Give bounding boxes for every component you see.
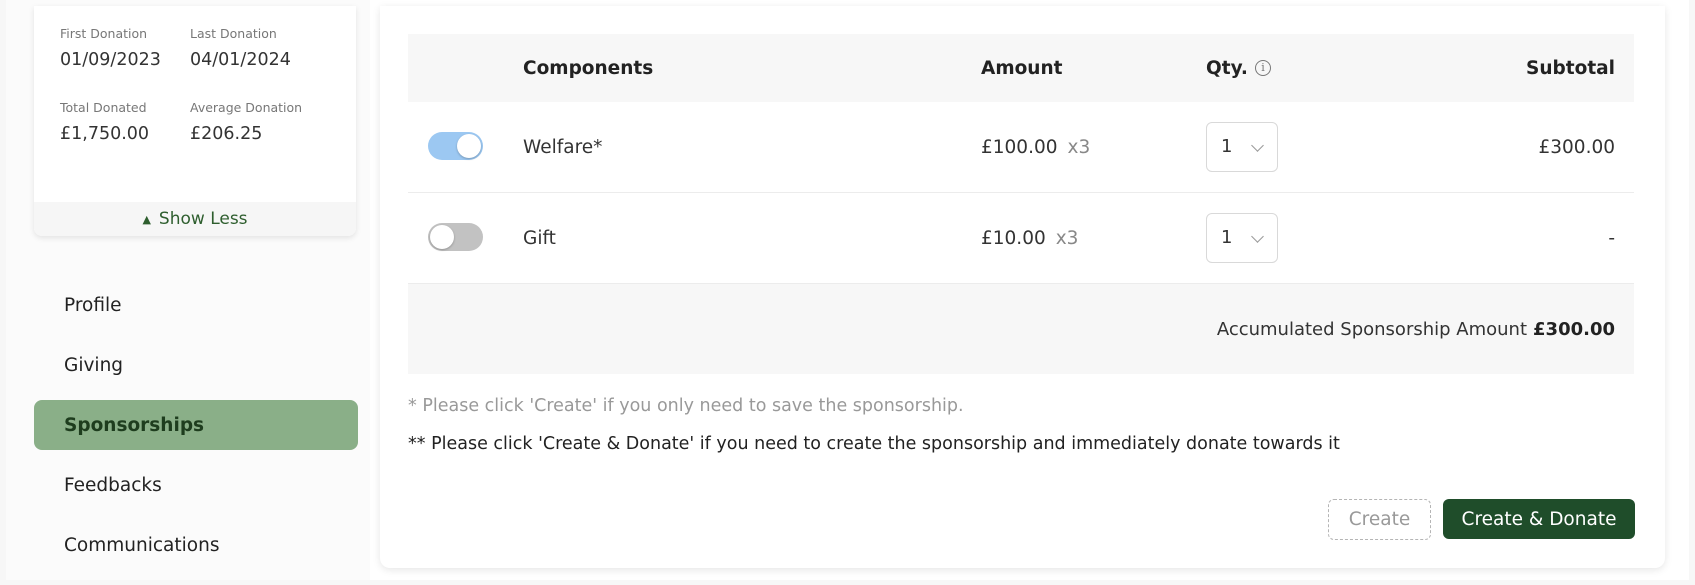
first-donation-stat: First Donation 01/09/2023 [60,26,161,70]
component-toggle[interactable] [428,223,483,251]
create-donate-note: ** Please click 'Create & Donate' if you… [408,434,1340,454]
sidebar-item-label: Feedbacks [64,474,162,496]
create-note: * Please click 'Create' if you only need… [408,396,964,416]
last-donation-value: 04/01/2024 [190,50,291,70]
last-donation-stat: Last Donation 04/01/2024 [190,26,291,70]
sidebar-item-label: Sponsorships [64,414,205,436]
qty-header-label: Qty. [1206,57,1248,79]
first-donation-value: 01/09/2023 [60,50,161,70]
toggle-knob [430,225,454,249]
total-donated-label: Total Donated [60,100,147,115]
component-name: Welfare* [523,136,603,158]
qty-value: 1 [1221,136,1233,157]
sidebar-item-label: Giving [64,354,124,376]
sidebar-item-sponsorships[interactable]: Sponsorships [34,400,358,450]
component-name: Gift [523,227,556,249]
qty-header: Qty. i [1206,34,1271,102]
sidebar-item-giving[interactable]: Giving [34,340,358,390]
chevron-down-icon [1251,139,1264,152]
sponsorship-components-card: Components Amount Qty. i Subtotal Welfar… [380,6,1665,568]
total-donated-value: £1,750.00 [60,124,150,144]
subtotal-header: Subtotal [1526,57,1615,79]
sidebar-item-communications[interactable]: Communications [34,520,358,570]
info-icon[interactable]: i [1254,60,1271,76]
sidebar-item-label: Communications [64,534,220,556]
amount-multiplier: x3 [1067,136,1091,158]
sidebar-item-label: Profile [64,294,122,316]
qty-select[interactable]: 1 [1206,213,1278,263]
create-button[interactable]: Create [1328,499,1431,540]
donation-summary-card: First Donation 01/09/2023 Last Donation … [34,6,356,236]
subtotal-value: £300.00 [1538,136,1615,158]
amount-value: £100.00 [981,136,1058,158]
table-header: Components Amount Qty. i Subtotal [408,34,1634,102]
last-donation-label: Last Donation [190,26,277,41]
qty-value: 1 [1221,227,1233,248]
qty-select[interactable]: 1 [1206,122,1278,172]
caret-up-icon: ▲ [142,212,151,226]
chevron-down-icon [1251,230,1264,243]
component-toggle[interactable] [428,132,483,160]
average-donation-value: £206.25 [190,124,263,144]
sidebar-item-profile[interactable]: Profile [34,280,358,330]
amount-value: £10.00 [981,227,1046,249]
amount-multiplier: x3 [1055,227,1079,249]
average-donation-stat: Average Donation £206.25 [190,100,302,144]
accumulated-total-value: £300.00 [1533,318,1615,340]
table-row: Welfare* £100.00 x3 1 £300.00 [408,102,1634,193]
toggle-knob [457,134,481,158]
amount-cell: £100.00 x3 [981,102,1090,192]
average-donation-label: Average Donation [190,100,303,115]
amount-cell: £10.00 x3 [981,193,1078,283]
create-and-donate-button[interactable]: Create & Donate [1443,499,1635,539]
show-less-toggle[interactable]: ▲ Show Less [34,202,356,236]
accumulated-total-label: Accumulated Sponsorship Amount [1216,318,1528,340]
table-row: Gift £10.00 x3 1 - [408,193,1634,284]
sidebar-item-feedbacks[interactable]: Feedbacks [34,460,358,510]
first-donation-label: First Donation [60,26,148,41]
accumulated-total-row: Accumulated Sponsorship Amount £300.00 [408,284,1634,374]
total-donated-stat: Total Donated £1,750.00 [60,100,149,144]
subtotal-value: - [1608,227,1615,249]
amount-header: Amount [981,57,1063,79]
show-less-label: Show Less [158,209,248,229]
components-header: Components [523,57,654,79]
